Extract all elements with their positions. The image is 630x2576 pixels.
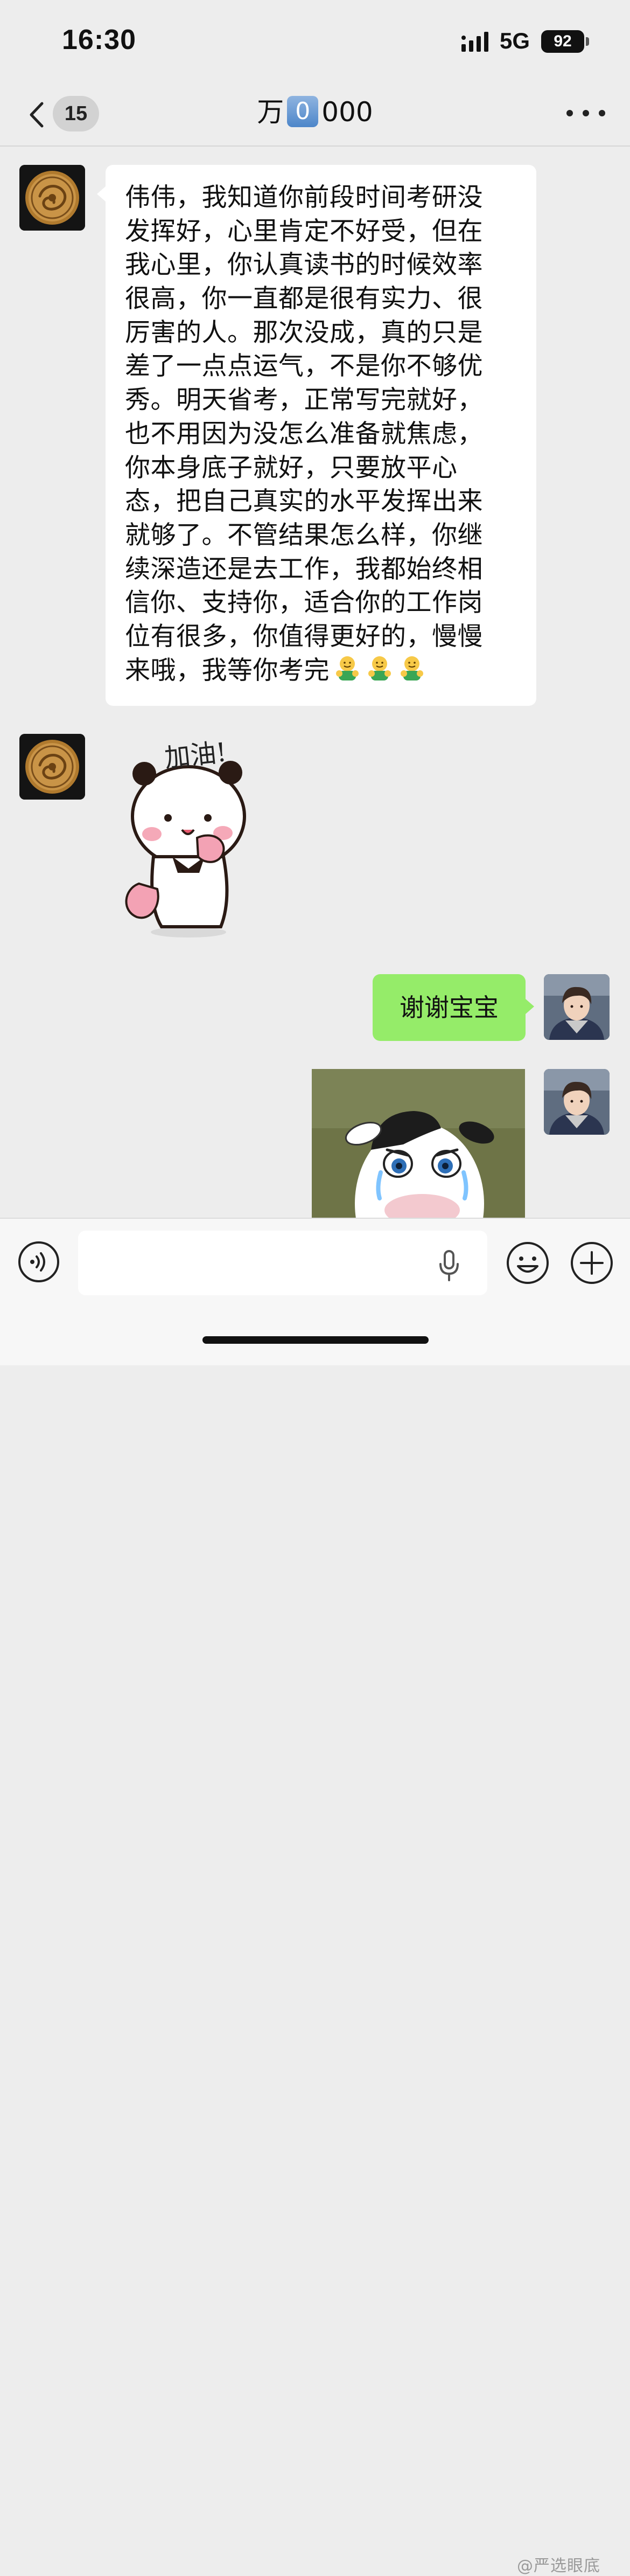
message-line: 也不用因为没怎么准备就焦虑， [125, 419, 483, 449]
ellipsis-icon [583, 110, 589, 116]
home-indicator [202, 1336, 429, 1344]
voice-wave-icon[interactable] [17, 1240, 60, 1283]
chat-title-suffix: 000 [321, 96, 373, 128]
input-bar: @严选眼底 [0, 1218, 630, 2575]
battery-tip [586, 37, 589, 46]
signal-bars-icon [461, 32, 488, 52]
coin-avatar-image [19, 734, 85, 800]
ellipsis-icon [566, 110, 573, 116]
plus-circle-icon[interactable] [569, 1240, 614, 1286]
ellipsis-icon [599, 110, 605, 116]
message-line: 差了一点点运气，不是你不够优 [125, 351, 483, 381]
message-line: 很高，你一直都是很有实力、很 [125, 284, 483, 314]
watermark: @严选眼底 [517, 2557, 600, 2575]
chat-header: 15 万 0 000 [0, 81, 630, 147]
portrait-avatar-image [544, 1069, 610, 1135]
message-line-text: 来哦，我等你考完 [125, 655, 330, 685]
message-line: 态，把自己真实的水平发挥出来 [125, 487, 483, 517]
self-avatar[interactable] [544, 1069, 610, 1135]
message-line: 发挥好，心里肯定不好受，但在 [125, 216, 483, 246]
crying-cow-sticker[interactable] [312, 1069, 525, 1218]
message-text: 伟伟，我知道你前段时间考研没 发挥好，心里肯定不好受，但在 我心里，你认真读书的… [125, 181, 517, 688]
message-line: 信你、支持你，适合你的工作岗 [125, 588, 483, 618]
hug-emoji-icon [401, 656, 423, 681]
sticker-caption: 加油! [163, 737, 228, 774]
received-message-bubble[interactable]: 伟伟，我知道你前段时间考研没 发挥好，心里肯定不好受，但在 我心里，你认真读书的… [97, 165, 536, 706]
message-line: 位有很多，你值得更好的，慢慢 [125, 621, 483, 651]
message-line: 秀。明天省考，正常写完就好， [125, 385, 483, 415]
contact-avatar[interactable] [19, 165, 85, 231]
message-line: 就够了。不管结果怎么样，你继 [125, 520, 483, 550]
message-line: 厉害的人。那次没成，真的只是 [125, 317, 483, 348]
self-avatar[interactable] [544, 974, 610, 1040]
message-line: 伟伟，我知道你前段时间考研没 [125, 183, 483, 212]
coin-avatar-image [19, 165, 85, 231]
hug-emoji-icon [336, 656, 359, 681]
message-input[interactable] [78, 1231, 487, 1295]
battery-icon: 92 [541, 30, 590, 53]
status-time: 16:30 [62, 24, 136, 55]
message-line: 我心里，你认真读书的时候效率 [125, 250, 483, 280]
smiley-icon[interactable] [505, 1240, 550, 1286]
network-type: 5G [500, 28, 530, 53]
message-line: 你本身底子就好，只要放平心 [125, 453, 458, 483]
microphone-icon[interactable] [437, 1250, 461, 1281]
chat-title: 万 0 000 [0, 93, 630, 131]
battery-level: 92 [541, 30, 584, 53]
contact-avatar[interactable] [19, 734, 85, 800]
message-line-last: 来哦，我等你考完 [125, 654, 517, 688]
message-line: 续深造还是去工作，我都始终相 [125, 554, 483, 584]
sent-message-bubble[interactable]: 谢谢宝宝 [373, 974, 534, 1041]
portrait-avatar-image [544, 974, 610, 1040]
chat-title-prefix: 万 [257, 96, 284, 128]
status-bar: 16:30 5G 92 [0, 0, 630, 81]
chat-title-boxed-digit: 0 [287, 96, 319, 127]
hug-emoji-icon [368, 656, 391, 681]
more-options-button[interactable] [564, 101, 607, 125]
